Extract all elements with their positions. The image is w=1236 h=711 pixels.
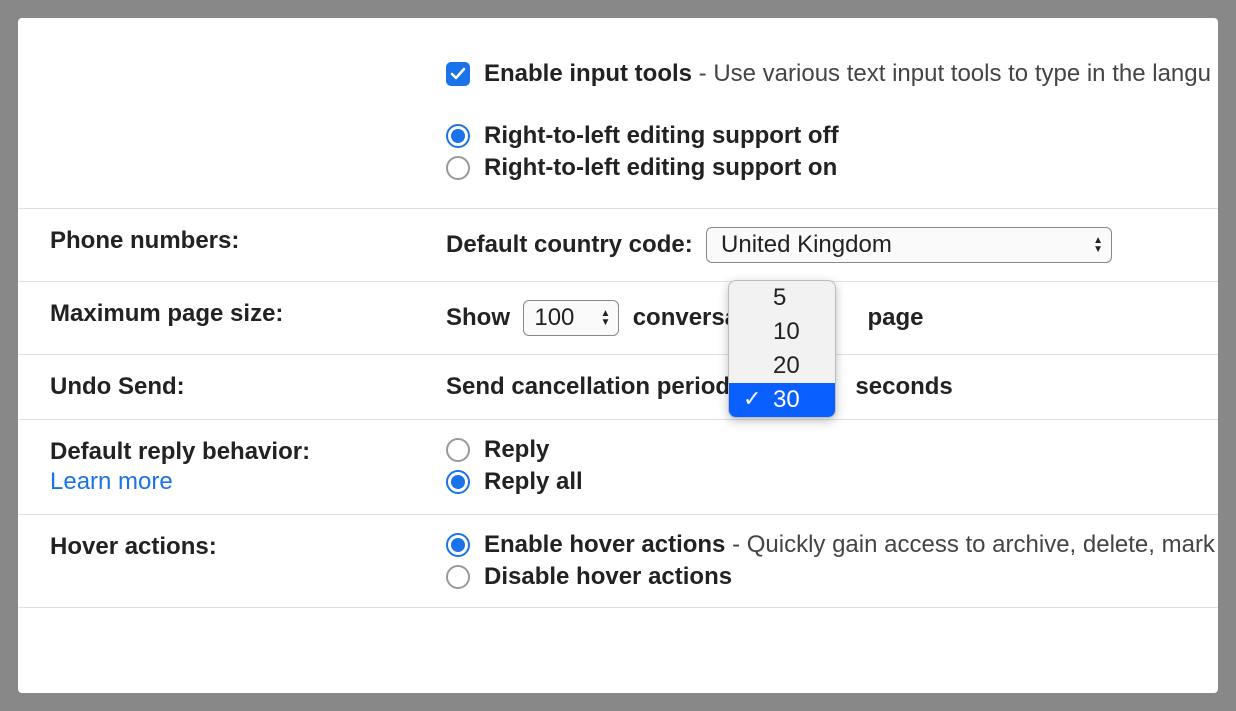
default-reply-label: Default reply behavior:	[50, 438, 446, 466]
section-undo-send: Undo Send: Send cancellation period seco…	[18, 355, 1218, 420]
enable-hover-radio[interactable]	[446, 533, 470, 557]
settings-panel: Enable input tools - Use various text in…	[18, 18, 1218, 693]
dropdown-option-10[interactable]: 10	[729, 315, 835, 349]
rtl-on-row: Right-to-left editing support on	[446, 156, 1218, 180]
seconds-suffix: seconds	[855, 373, 952, 400]
country-code-select[interactable]: United Kingdom ▲▼	[706, 227, 1112, 263]
default-reply-controls: Reply Reply all	[446, 438, 1218, 496]
enable-input-tools-desc: - Use various text input tools to type i…	[692, 60, 1211, 87]
empty-label	[50, 62, 446, 180]
check-icon	[450, 66, 466, 82]
hover-actions-label: Hover actions:	[50, 533, 446, 589]
country-code-value: United Kingdom	[721, 231, 892, 259]
updown-icon: ▲▼	[600, 309, 610, 327]
undo-send-label: Undo Send:	[50, 373, 446, 401]
section-language-tools: Enable input tools - Use various text in…	[18, 42, 1218, 209]
conversations-text-part1: conversa	[633, 304, 738, 331]
dropdown-option-30[interactable]: 30	[729, 383, 835, 417]
conversations-text-part2: page	[867, 304, 923, 331]
reply-label: Reply	[484, 438, 549, 462]
reply-all-row: Reply all	[446, 470, 1218, 494]
phone-numbers-label: Phone numbers:	[50, 227, 446, 263]
enable-hover-row: Enable hover actions - Quickly gain acce…	[446, 533, 1218, 557]
reply-radio[interactable]	[446, 438, 470, 462]
rtl-off-radio[interactable]	[446, 124, 470, 148]
max-page-size-label: Maximum page size:	[50, 300, 446, 336]
section-default-reply: Default reply behavior: Learn more Reply…	[18, 420, 1218, 515]
enable-input-tools-text: Enable input tools - Use various text in…	[484, 62, 1211, 86]
show-prefix: Show	[446, 304, 510, 331]
disable-hover-row: Disable hover actions	[446, 565, 1218, 589]
enable-input-tools-row: Enable input tools - Use various text in…	[446, 62, 1218, 86]
country-code-prefix: Default country code:	[446, 231, 693, 258]
rtl-off-row: Right-to-left editing support off	[446, 124, 1218, 148]
dropdown-option-5[interactable]: 5	[729, 281, 835, 315]
enable-input-tools-checkbox[interactable]	[446, 62, 470, 86]
enable-hover-text: Enable hover actions - Quickly gain acce…	[484, 533, 1215, 557]
phone-numbers-controls: Default country code: United Kingdom ▲▼	[446, 227, 1218, 263]
enable-hover-desc: - Quickly gain access to archive, delete…	[725, 531, 1215, 558]
section-max-page-size: Maximum page size: Show 100 ▲▼ conversa …	[18, 282, 1218, 355]
dropdown-option-20[interactable]: 20	[729, 349, 835, 383]
undo-send-dropdown[interactable]: 5 10 20 30	[728, 280, 836, 418]
hover-actions-controls: Enable hover actions - Quickly gain acce…	[446, 533, 1218, 589]
input-tools-controls: Enable input tools - Use various text in…	[446, 62, 1218, 180]
enable-input-tools-label: Enable input tools	[484, 60, 692, 87]
updown-icon: ▲▼	[1093, 236, 1103, 254]
cancellation-prefix: Send cancellation period	[446, 373, 730, 400]
section-cutoff	[18, 608, 1218, 644]
reply-all-radio[interactable]	[446, 470, 470, 494]
rtl-on-label: Right-to-left editing support on	[484, 156, 837, 180]
learn-more-link[interactable]: Learn more	[50, 468, 446, 496]
enable-hover-label: Enable hover actions	[484, 531, 725, 558]
default-reply-left: Default reply behavior: Learn more	[50, 438, 446, 496]
rtl-on-radio[interactable]	[446, 156, 470, 180]
section-phone-numbers: Phone numbers: Default country code: Uni…	[18, 209, 1218, 282]
disable-hover-label: Disable hover actions	[484, 565, 732, 589]
rtl-off-label: Right-to-left editing support off	[484, 124, 839, 148]
spacer	[446, 86, 1218, 124]
page-size-value: 100	[534, 304, 574, 332]
reply-row: Reply	[446, 438, 1218, 462]
disable-hover-radio[interactable]	[446, 565, 470, 589]
reply-all-label: Reply all	[484, 470, 583, 494]
page-size-select[interactable]: 100 ▲▼	[523, 300, 619, 336]
section-hover-actions: Hover actions: Enable hover actions - Qu…	[18, 515, 1218, 608]
